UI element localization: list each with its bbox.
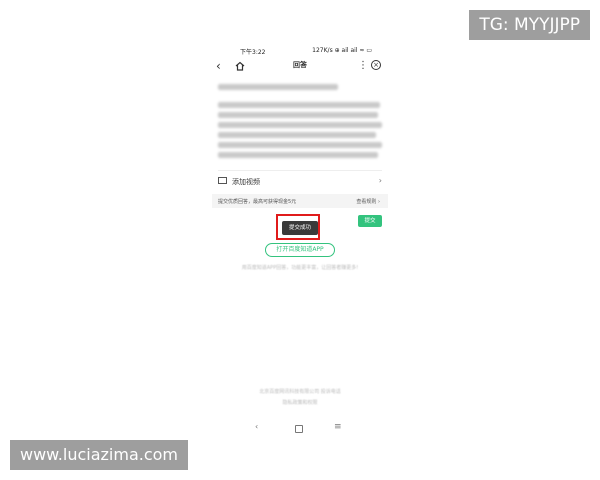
footer-company: 北京百度网讯科技有限公司 投诉电话 [259,389,341,395]
status-time: 下午3:22 [240,49,266,56]
video-icon [218,177,227,184]
blur-line [218,112,378,118]
open-app-button[interactable]: 打开百度知道APP [265,243,335,257]
blur-line [218,132,376,138]
close-circle-icon[interactable]: × [371,60,381,70]
watermark-bottom-left: www.luciazima.com [10,440,188,470]
blur-line [218,84,338,90]
more-vert-icon[interactable]: ⋮ [358,59,368,73]
blur-line [218,102,380,108]
blur-line [218,142,382,148]
blur-line [218,152,378,158]
status-indicators: 127K/s ⊕ ail ail ≈ ▭ [312,47,372,54]
system-home-icon[interactable] [295,425,303,433]
system-menu-icon[interactable]: ≡ [334,422,342,432]
app-hint-text: 用百度知道APP回答，功能更丰富，让回答者赚更多! [241,265,359,271]
watermark-top-right: TG: MYYJJPP [469,10,590,40]
blur-line [218,122,382,128]
status-bar: 下午3:22 127K/s ⊕ ail ail ≈ ▭ [210,47,390,57]
chevron-right-icon: › [378,176,382,185]
system-nav-bar: ‹ ≡ [210,422,390,436]
view-rules-link[interactable]: 查看规则 › [356,198,380,205]
top-nav: ‹ 回答 ⋮ × [210,58,390,74]
footer-privacy-link[interactable]: 隐私政策和权限 [210,399,390,406]
phone-screen: 下午3:22 127K/s ⊕ ail ail ≈ ▭ ‹ 回答 ⋮ × 添加视… [210,42,390,442]
add-video-label: 添加视频 [232,178,260,186]
submit-button[interactable]: 提交 [358,215,382,227]
system-back-icon[interactable]: ‹ [255,422,258,431]
divider [218,170,382,171]
success-toast: 提交成功 [282,221,318,235]
reward-tip-text: 提交优质回答，最高可获得现金5元 [218,199,297,205]
reward-tip-bar: 提交优质回答，最高可获得现金5元 查看规则 › [212,194,388,208]
add-video-row[interactable]: 添加视频 › [218,175,382,189]
